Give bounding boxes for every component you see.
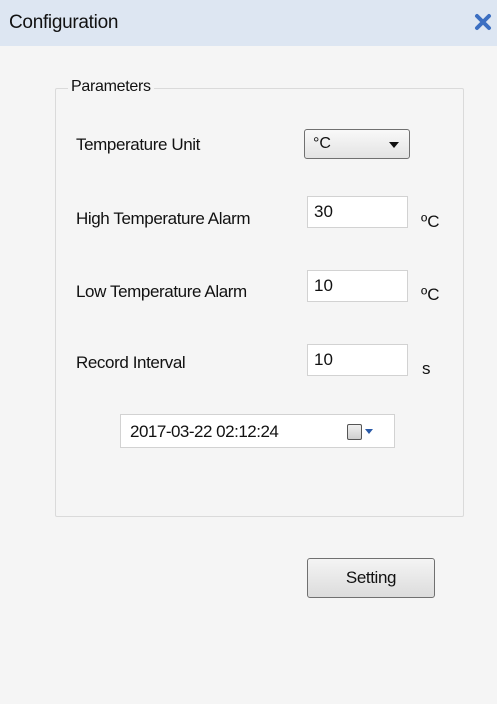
temperature-unit-label: Temperature Unit xyxy=(76,135,200,154)
high-temperature-unit: ºC xyxy=(421,212,440,231)
title-bar: Configuration xyxy=(0,0,497,47)
parameters-group-label: Parameters xyxy=(68,78,154,96)
chevron-down-icon xyxy=(389,142,399,148)
high-temperature-alarm-value: 30 xyxy=(314,202,333,221)
window-title: Configuration xyxy=(9,12,119,33)
low-temperature-unit: ºC xyxy=(421,285,440,304)
low-temperature-alarm-value: 10 xyxy=(314,276,333,295)
close-icon xyxy=(475,14,491,30)
low-temperature-alarm-label: Low Temperature Alarm xyxy=(76,282,247,301)
record-interval-unit: s xyxy=(422,359,431,378)
datetime-value: 2017-03-22 02:12:24 xyxy=(130,422,279,441)
datetime-picker[interactable]: 2017-03-22 02:12:24 xyxy=(120,414,395,448)
temperature-unit-value: °C xyxy=(313,135,331,152)
calendar-icon[interactable] xyxy=(347,424,362,440)
record-interval-input[interactable]: 10 xyxy=(307,344,408,376)
record-interval-label: Record Interval xyxy=(76,353,186,372)
temperature-unit-select[interactable]: °C xyxy=(304,129,410,159)
high-temperature-alarm-label: High Temperature Alarm xyxy=(76,209,251,228)
record-interval-value: 10 xyxy=(314,350,333,369)
low-temperature-alarm-input[interactable]: 10 xyxy=(307,270,408,302)
close-button[interactable] xyxy=(472,9,494,35)
setting-button[interactable]: Setting xyxy=(307,558,435,598)
high-temperature-alarm-input[interactable]: 30 xyxy=(307,196,408,228)
chevron-down-icon[interactable] xyxy=(365,429,373,434)
